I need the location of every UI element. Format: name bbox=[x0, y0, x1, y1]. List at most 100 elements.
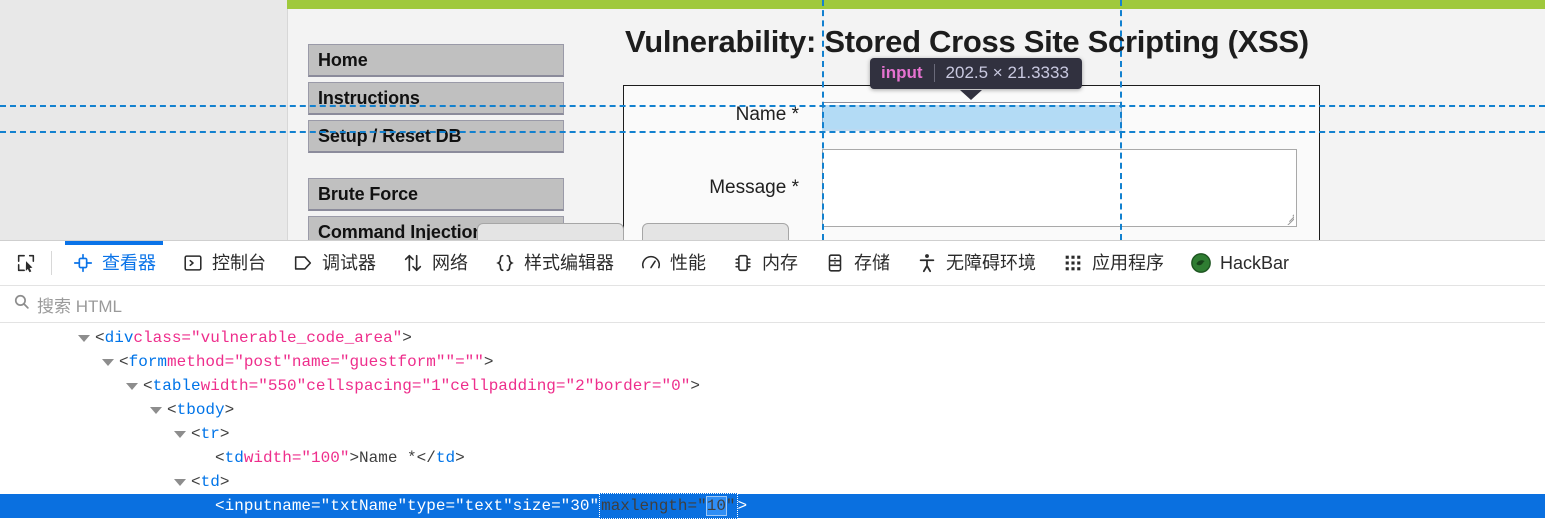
markup-token-punct: < bbox=[215, 449, 225, 467]
tab-debugger[interactable]: 调试器 bbox=[279, 241, 389, 286]
name-input-wrapper bbox=[822, 102, 1122, 128]
markup-token-punct: < bbox=[119, 353, 129, 371]
tab-inspector[interactable]: 查看器 bbox=[59, 240, 169, 286]
expand-twisty-icon[interactable] bbox=[78, 334, 90, 342]
name-label: Name * bbox=[735, 104, 799, 125]
markup-token-punct: < bbox=[167, 401, 177, 419]
markup-node[interactable]: < td > bbox=[0, 470, 1545, 494]
tab-performance[interactable]: 性能 bbox=[627, 241, 719, 286]
markup-token-punct: > bbox=[402, 329, 412, 347]
storage-icon bbox=[824, 252, 846, 274]
dvwa-green-header-bar bbox=[287, 0, 1545, 9]
tab-label: 性能 bbox=[670, 253, 706, 273]
guestbook-form-table: Name * Message * bbox=[624, 86, 1319, 232]
browser-page-viewport: Home Instructions Setup / Reset DB Brute… bbox=[0, 0, 1545, 240]
markup-node[interactable]: < div class="vulnerable_code_area" > bbox=[0, 326, 1545, 350]
markup-node[interactable]: < form method="post" name="guestform" "="… bbox=[0, 350, 1545, 374]
markup-token-punct: < bbox=[95, 329, 105, 347]
expand-twisty-icon[interactable] bbox=[150, 406, 162, 414]
accessibility-icon bbox=[916, 252, 938, 274]
markup-token-punct: > bbox=[455, 449, 465, 467]
application-icon bbox=[1062, 252, 1084, 274]
markup-token-attr: class="vulnerable_code_area" bbox=[133, 329, 403, 347]
tab-accessibility[interactable]: 无障碍环境 bbox=[903, 241, 1049, 286]
markup-token-tag: tr bbox=[200, 425, 220, 443]
tab-style-editor[interactable]: 样式编辑器 bbox=[481, 241, 627, 286]
attribute-editor-field[interactable]: maxlength="10" bbox=[599, 493, 738, 519]
style-editor-icon bbox=[494, 252, 516, 274]
sign-guestbook-button[interactable] bbox=[477, 223, 624, 240]
markup-node[interactable]: < tbody > bbox=[0, 398, 1545, 422]
expand-twisty-icon[interactable] bbox=[174, 430, 186, 438]
markup-token-attr: cellspacing="1" bbox=[306, 377, 451, 395]
markup-token-tag: table bbox=[152, 377, 201, 395]
tab-hackbar[interactable]: HackBar bbox=[1177, 241, 1302, 286]
name-input[interactable] bbox=[822, 102, 1122, 128]
markup-token-punct: > bbox=[349, 449, 360, 467]
markup-search-bar[interactable]: 搜索 HTML bbox=[0, 286, 1545, 323]
tab-application[interactable]: 应用程序 bbox=[1049, 241, 1177, 286]
tooltip-divider bbox=[933, 64, 935, 82]
menu-item-instructions[interactable]: Instructions bbox=[308, 82, 564, 115]
menu-item-label: Brute Force bbox=[318, 183, 418, 204]
tab-label: 内存 bbox=[762, 253, 798, 273]
markup-token-punct: > bbox=[224, 401, 235, 419]
menu-item-brute-force[interactable]: Brute Force bbox=[308, 178, 564, 211]
textarea-resize-grip[interactable] bbox=[1280, 211, 1294, 225]
markup-token-tag: td bbox=[435, 449, 456, 467]
attribute-name: maxlength=" bbox=[601, 497, 707, 515]
tab-memory[interactable]: 内存 bbox=[719, 241, 811, 286]
menu-item-setup-reset-db[interactable]: Setup / Reset DB bbox=[308, 120, 564, 153]
tab-storage[interactable]: 存储 bbox=[811, 241, 903, 286]
markup-token-attr: name="txtName" bbox=[272, 497, 408, 515]
markup-node[interactable]: < td width="100" > Name * </td > bbox=[0, 446, 1545, 470]
attribute-value-selected[interactable]: 10 bbox=[705, 496, 727, 516]
debugger-icon bbox=[292, 252, 314, 274]
markup-node[interactable]: < tr > bbox=[0, 422, 1545, 446]
menu-item-label: Home bbox=[318, 49, 368, 70]
element-picker-icon[interactable] bbox=[10, 247, 42, 279]
tab-network[interactable]: 网络 bbox=[389, 241, 481, 286]
tab-label: 控制台 bbox=[212, 253, 266, 273]
tab-label: 网络 bbox=[432, 253, 468, 273]
message-textarea[interactable] bbox=[822, 149, 1297, 227]
tab-label: 样式编辑器 bbox=[524, 253, 614, 273]
memory-icon bbox=[732, 252, 754, 274]
devtools-panel: 查看器 控制台 调试器 网络 样式编辑器 性能 内存 存储 无障碍环境 应用程序… bbox=[0, 240, 1545, 519]
markup-token-attr: cellpadding="2" bbox=[450, 377, 595, 395]
markup-token-txt: Name * bbox=[359, 449, 417, 467]
dvwa-side-menu: Home Instructions Setup / Reset DB Brute… bbox=[308, 44, 564, 240]
menu-item-label: Setup / Reset DB bbox=[318, 125, 462, 146]
tab-label: 存储 bbox=[854, 253, 890, 273]
expand-twisty-icon[interactable] bbox=[102, 358, 114, 366]
toolbar-divider bbox=[51, 251, 52, 275]
tooltip-dimensions: 202.5 × 21.3333 bbox=[945, 63, 1069, 82]
markup-token-attr: type="text" bbox=[407, 497, 513, 515]
menu-item-label: Instructions bbox=[318, 87, 420, 108]
menu-item-home[interactable]: Home bbox=[308, 44, 564, 77]
tab-label: 无障碍环境 bbox=[946, 253, 1036, 273]
performance-icon bbox=[640, 252, 662, 274]
tooltip-tag-name: input bbox=[881, 63, 923, 82]
markup-token-punct: > bbox=[219, 425, 230, 443]
markup-token-attr: size="30" bbox=[512, 497, 600, 515]
tab-console[interactable]: 控制台 bbox=[169, 241, 279, 286]
markup-token-tag: td bbox=[224, 449, 244, 467]
markup-node-selected[interactable]: < input name="txtName" type="text" size="… bbox=[0, 493, 1545, 519]
markup-token-tag: div bbox=[104, 329, 134, 347]
markup-token-tag: tbody bbox=[176, 401, 225, 419]
markup-token-punct: < bbox=[215, 497, 225, 515]
markup-token-tag: input bbox=[224, 497, 273, 515]
search-icon bbox=[13, 293, 30, 315]
expand-twisty-icon[interactable] bbox=[174, 478, 186, 486]
menu-spacer bbox=[308, 158, 564, 178]
markup-node[interactable]: < table width="550" cellspacing="1" cellp… bbox=[0, 374, 1545, 398]
search-placeholder: 搜索 HTML bbox=[37, 296, 122, 316]
form-buttons-row bbox=[477, 223, 789, 240]
markup-token-attr: "="" bbox=[445, 353, 484, 371]
markup-token-attr: border="0" bbox=[594, 377, 691, 395]
clear-guestbook-button[interactable] bbox=[642, 223, 789, 240]
expand-twisty-icon[interactable] bbox=[126, 382, 138, 390]
page-title: Vulnerability: Stored Cross Site Scripti… bbox=[625, 24, 1309, 59]
markup-token-tag: form bbox=[128, 353, 168, 371]
